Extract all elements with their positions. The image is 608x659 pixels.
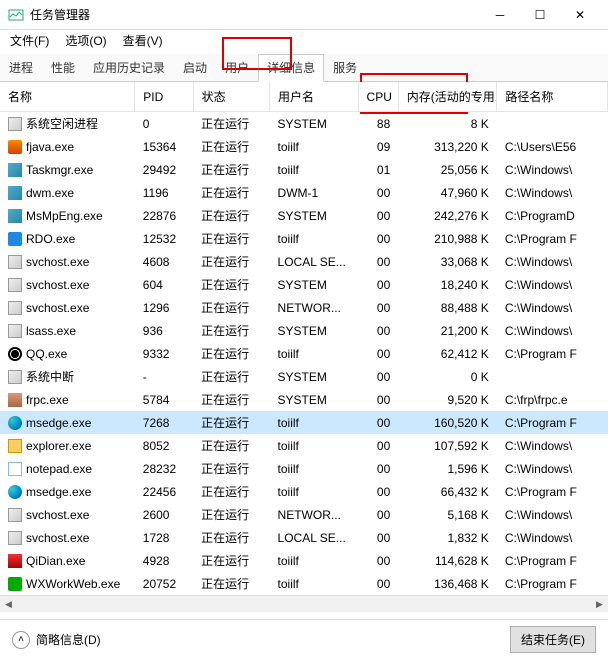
process-icon (8, 508, 22, 522)
table-row[interactable]: WXWorkWeb.exe20752正在运行toiilf00136,468 KC… (0, 572, 608, 595)
table-row[interactable]: svchost.exe1296正在运行NETWOR...0088,488 KC:… (0, 296, 608, 319)
table-row[interactable]: notepad.exe28232正在运行toiilf001,596 KC:\Wi… (0, 457, 608, 480)
process-icon (8, 416, 22, 430)
tab-2[interactable]: 应用历史记录 (84, 54, 174, 81)
process-icon (8, 554, 22, 568)
scroll-right-button[interactable]: ▶ (591, 596, 608, 612)
process-icon (8, 117, 22, 131)
process-icon (8, 393, 22, 407)
table-row[interactable]: RDO.exe12532正在运行toiilf00210,988 KC:\Prog… (0, 227, 608, 250)
table-row[interactable]: explorer.exe8052正在运行toiilf00107,592 KC:\… (0, 434, 608, 457)
app-icon (8, 7, 24, 23)
tab-bar: 进程性能应用历史记录启动用户详细信息服务 (0, 54, 608, 82)
table-header-row: 名称 PID 状态 用户名 CPU 内存(活动的专用... 路径名称 (0, 82, 608, 112)
tab-0[interactable]: 进程 (0, 54, 42, 81)
process-icon (8, 462, 22, 476)
footer-bar: ˄ 简略信息(D) 结束任务(E) (0, 619, 608, 659)
col-user[interactable]: 用户名 (270, 82, 359, 112)
tab-6[interactable]: 服务 (324, 54, 366, 81)
table-row[interactable]: svchost.exe2600正在运行NETWOR...005,168 KC:\… (0, 503, 608, 526)
col-pid[interactable]: PID (135, 82, 193, 112)
menu-view[interactable]: 查看(V) (117, 30, 169, 51)
tab-4[interactable]: 用户 (216, 54, 258, 81)
title-bar: 任务管理器 ─ ☐ ✕ (0, 0, 608, 30)
chevron-up-icon: ˄ (12, 631, 30, 649)
process-icon (8, 324, 22, 338)
table-row[interactable]: svchost.exe604正在运行SYSTEM0018,240 KC:\Win… (0, 273, 608, 296)
scroll-left-button[interactable]: ◀ (0, 596, 17, 612)
menu-options[interactable]: 选项(O) (59, 30, 112, 51)
process-icon (8, 301, 22, 315)
table-row[interactable]: QQ.exe9332正在运行toiilf0062,412 KC:\Program… (0, 342, 608, 365)
process-icon (8, 186, 22, 200)
horizontal-scrollbar[interactable]: ◀ ▶ (0, 595, 608, 612)
window-title: 任务管理器 (30, 6, 480, 23)
minimize-button[interactable]: ─ (480, 0, 520, 30)
process-icon (8, 278, 22, 292)
table-row[interactable]: Taskmgr.exe29492正在运行toiilf0125,056 KC:\W… (0, 158, 608, 181)
process-icon (8, 209, 22, 223)
table-row[interactable]: svchost.exe1728正在运行LOCAL SE...001,832 KC… (0, 526, 608, 549)
process-icon (8, 255, 22, 269)
close-button[interactable]: ✕ (560, 0, 600, 30)
process-icon (8, 577, 22, 591)
menu-bar: 文件(F) 选项(O) 查看(V) (0, 30, 608, 50)
process-table-container: 名称 PID 状态 用户名 CPU 内存(活动的专用... 路径名称 系统空闲进… (0, 82, 608, 612)
col-name[interactable]: 名称 (0, 82, 135, 112)
table-row[interactable]: 系统空闲进程0正在运行SYSTEM888 K (0, 112, 608, 136)
process-icon (8, 163, 22, 177)
end-task-button[interactable]: 结束任务(E) (510, 626, 596, 653)
process-icon (8, 531, 22, 545)
col-status[interactable]: 状态 (193, 82, 269, 112)
table-row[interactable]: QiDian.exe4928正在运行toiilf00114,628 KC:\Pr… (0, 549, 608, 572)
process-icon (8, 140, 22, 154)
tab-1[interactable]: 性能 (42, 54, 84, 81)
col-cpu[interactable]: CPU (358, 82, 398, 112)
menu-file[interactable]: 文件(F) (4, 30, 55, 51)
process-icon (8, 439, 22, 453)
tab-3[interactable]: 启动 (174, 54, 216, 81)
maximize-button[interactable]: ☐ (520, 0, 560, 30)
process-icon (8, 485, 22, 499)
fewer-details-label: 简略信息(D) (36, 631, 101, 648)
fewer-details-toggle[interactable]: ˄ 简略信息(D) (12, 631, 101, 649)
tab-5[interactable]: 详细信息 (258, 54, 324, 82)
process-icon (8, 370, 22, 384)
table-row[interactable]: dwm.exe1196正在运行DWM-10047,960 KC:\Windows… (0, 181, 608, 204)
table-row[interactable]: fjava.exe15364正在运行toiilf09313,220 KC:\Us… (0, 135, 608, 158)
table-row[interactable]: lsass.exe936正在运行SYSTEM0021,200 KC:\Windo… (0, 319, 608, 342)
table-row[interactable]: msedge.exe7268正在运行toiilf00160,520 KC:\Pr… (0, 411, 608, 434)
table-row[interactable]: msedge.exe22456正在运行toiilf0066,432 KC:\Pr… (0, 480, 608, 503)
process-icon (8, 347, 22, 361)
process-table: 名称 PID 状态 用户名 CPU 内存(活动的专用... 路径名称 系统空闲进… (0, 82, 608, 612)
table-row[interactable]: 系统中断-正在运行SYSTEM000 K (0, 365, 608, 388)
col-mem[interactable]: 内存(活动的专用... (398, 82, 497, 112)
col-path[interactable]: 路径名称 (497, 82, 608, 112)
table-row[interactable]: frpc.exe5784正在运行SYSTEM009,520 KC:\frp\fr… (0, 388, 608, 411)
process-icon (8, 232, 22, 246)
table-row[interactable]: MsMpEng.exe22876正在运行SYSTEM00242,276 KC:\… (0, 204, 608, 227)
table-row[interactable]: svchost.exe4608正在运行LOCAL SE...0033,068 K… (0, 250, 608, 273)
